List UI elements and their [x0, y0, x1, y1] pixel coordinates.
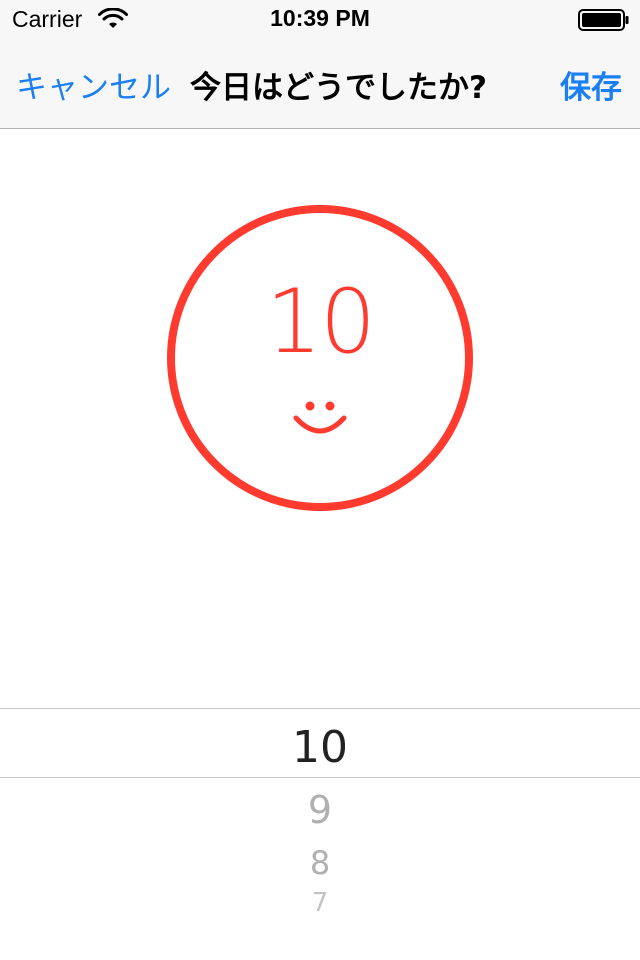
- mood-picker[interactable]: 10 9 8 7: [0, 708, 640, 960]
- picker-option[interactable]: 9: [0, 788, 640, 832]
- picker-option[interactable]: 8: [0, 844, 640, 882]
- cancel-button[interactable]: キャンセル: [16, 62, 171, 107]
- picker-top-divider: [0, 708, 640, 709]
- mood-score: 10: [266, 270, 376, 373]
- navigation-bar: キャンセル 今日はどうでしたか? 保存: [0, 40, 640, 129]
- status-time: 10:39 PM: [270, 5, 370, 31]
- status-bar: Carrier 10:39 PM: [0, 0, 640, 40]
- picker-selected-value[interactable]: 10: [0, 722, 640, 773]
- picker-selection-divider: [0, 777, 640, 778]
- page-title: 今日はどうでしたか?: [190, 70, 487, 106]
- smiley-face-icon: [293, 401, 347, 434]
- mood-entry-screen: Carrier 10:39 PM キャンセル 今日はどうでしたか? 保存 10 …: [0, 0, 640, 960]
- picker-option[interactable]: 7: [0, 890, 640, 914]
- save-button[interactable]: 保存: [560, 62, 622, 107]
- battery-icon: [578, 9, 629, 31]
